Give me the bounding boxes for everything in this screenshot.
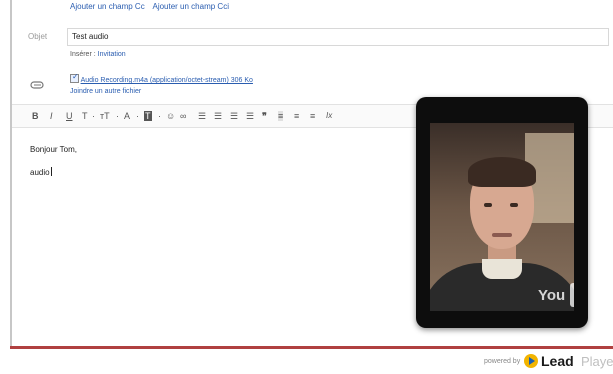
highlight-button[interactable]: T [144, 111, 152, 121]
insert-row: Insérer : Invitation [70, 51, 126, 58]
play-icon [524, 354, 538, 368]
body-text: audio [30, 167, 52, 177]
brand-player: Playe [581, 354, 613, 369]
subject-input[interactable]: Test audio [67, 28, 609, 46]
underline-button[interactable]: U [66, 111, 73, 121]
insert-label: Insérer : [70, 51, 96, 58]
link-icon[interactable]: ∞ [180, 111, 186, 121]
indent-more-icon[interactable]: ☰ [246, 111, 254, 122]
person-eye-right [510, 203, 518, 207]
attachment-checkbox[interactable]: ✓ [70, 72, 79, 83]
person-collar [482, 259, 522, 279]
video-overlay-device: You [416, 97, 588, 328]
quote-icon[interactable]: ❞ [262, 111, 267, 122]
brand-lead: Lead [541, 353, 574, 369]
emoji-icon[interactable]: ☺ [166, 111, 175, 121]
text-color-button[interactable]: A [124, 111, 130, 121]
paperclip-icon [30, 81, 44, 89]
attachment-row: ✓ Audio Recording.m4a (application/octet… [70, 72, 253, 84]
body-greeting: Bonjour Tom, [30, 145, 77, 154]
body-text-value: audio [30, 168, 50, 177]
font-button[interactable]: T [82, 111, 88, 121]
numbered-list-icon[interactable]: ☰ [198, 111, 206, 122]
bold-button[interactable]: B [32, 111, 39, 121]
italic-button[interactable]: I [50, 111, 53, 121]
add-bcc-link[interactable]: Ajouter un champ Cci [152, 2, 228, 11]
add-attachment-row: Joindre un autre fichier [70, 88, 141, 95]
person-mouth [492, 233, 512, 237]
bullet-list-icon[interactable]: ☰ [214, 111, 222, 122]
person-hair [468, 157, 536, 187]
cc-links: Ajouter un champ Cc Ajouter un champ Cci [70, 2, 235, 11]
toolbar-sep: · [92, 111, 95, 121]
add-cc-link[interactable]: Ajouter un champ Cc [70, 2, 145, 11]
bottom-accent-bar [10, 346, 613, 349]
watermark-logo-icon [570, 283, 574, 307]
text-caret [50, 167, 52, 176]
add-attachment-link[interactable]: Joindre un autre fichier [70, 88, 141, 95]
subject-label: Objet [28, 32, 48, 41]
align-right-icon[interactable]: ≡ [310, 111, 315, 121]
remove-format-icon[interactable]: Ix [326, 111, 332, 120]
check-icon: ✓ [72, 72, 79, 81]
font-size-button[interactable]: тT [100, 111, 110, 121]
invitation-link[interactable]: Invitation [98, 51, 126, 58]
toolbar-sep: · [116, 111, 119, 121]
align-left-icon[interactable]: ≡ [278, 111, 284, 121]
powered-by-label: powered by [484, 358, 521, 365]
person-eye-left [484, 203, 492, 207]
subject-value: Test audio [72, 32, 109, 41]
video-watermark: You [538, 287, 566, 304]
attachment-file-link[interactable]: Audio Recording.m4a (application/octet-s… [81, 77, 253, 84]
indent-less-icon[interactable]: ☰ [230, 111, 238, 122]
video-screen[interactable]: You [430, 123, 574, 311]
toolbar-sep: · [136, 111, 139, 121]
align-center-icon[interactable]: ≡ [294, 111, 299, 121]
toolbar-sep: · [158, 111, 161, 121]
